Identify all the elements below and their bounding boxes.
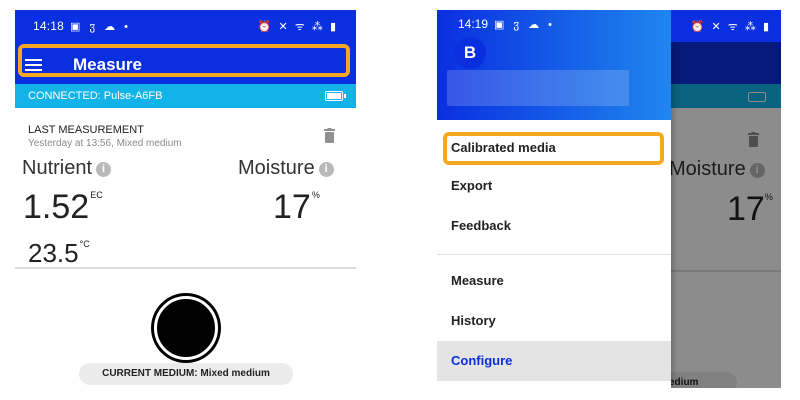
nutrient-value-number: 1.52: [23, 188, 90, 226]
status-bar-right: ⏰ ✕ ᯤ ⁂ ▮: [671, 10, 781, 42]
status-bar: 14:19 ▣ ჳ ☁ •: [437, 10, 671, 38]
drawer-screen: Moisture i 17% edium 14:19 ▣ ჳ ☁ • B Cali…: [437, 10, 781, 388]
status-time: 14:19: [458, 17, 489, 31]
temperature-value-number: 23.5: [28, 238, 79, 268]
moisture-unit: %: [311, 190, 320, 200]
divider: [15, 267, 356, 269]
connection-bar: CONNECTED: Pulse-A6FB: [15, 84, 356, 108]
status-system-icons: ⏰ ✕ ᯤ ⁂ ▮: [690, 20, 771, 33]
temperature-unit: °C: [79, 239, 90, 249]
moisture-label-text: Moisture: [238, 157, 315, 179]
moisture-value: 17%: [273, 188, 320, 227]
app-logo-icon: B: [454, 37, 486, 69]
moisture-value-number: 17: [273, 188, 311, 226]
status-system-icons: ⏰ ✕ ᯤ ⁂ ▮: [257, 20, 338, 33]
measure-screen: 14:18 ▣ ჳ ☁ • ⏰ ✕ ᯤ ⁂ ▮ Measure CONNECTE…: [15, 10, 356, 388]
battery-icon: [325, 91, 346, 101]
status-bar: 14:18 ▣ ჳ ☁ • ⏰ ✕ ᯤ ⁂ ▮: [15, 10, 356, 42]
connection-status: CONNECTED: Pulse-A6FB: [28, 90, 163, 102]
status-notification-icons: ▣ ჳ ☁ •: [494, 18, 556, 31]
menu-item-configure[interactable]: Configure: [437, 341, 671, 381]
trash-icon[interactable]: [323, 128, 336, 143]
nutrient-value: 1.52EC: [23, 188, 103, 227]
nutrient-info-icon[interactable]: i: [96, 162, 112, 177]
app-bar: Measure: [15, 42, 356, 88]
current-medium-chip[interactable]: CURRENT MEDIUM: Mixed medium: [79, 363, 293, 385]
menu-item-history[interactable]: History: [437, 301, 671, 341]
drawer-account-area: [447, 70, 629, 106]
nutrient-label-text: Nutrient: [22, 157, 93, 179]
last-measurement-title: LAST MEASUREMENT: [28, 124, 144, 136]
last-measurement-subtitle: Yesterday at 13:56, Mixed medium: [28, 138, 182, 149]
nutrient-label: Nutrient i: [22, 157, 112, 180]
moisture-label: Moisture i: [238, 157, 334, 180]
measure-record-button[interactable]: [151, 293, 221, 363]
hamburger-menu-icon[interactable]: [25, 48, 59, 82]
menu-item-measure[interactable]: Measure: [437, 261, 671, 301]
moisture-info-icon[interactable]: i: [318, 162, 334, 177]
divider: [437, 254, 671, 255]
page-title: Measure: [73, 55, 142, 74]
status-time: 14:18: [33, 19, 65, 33]
navigation-drawer: 14:19 ▣ ჳ ☁ • B Calibrated media Export …: [437, 10, 671, 388]
status-notification-icons: ▣ ჳ ☁ •: [70, 20, 132, 33]
menu-item-calibrated-media[interactable]: Calibrated media: [437, 128, 671, 168]
menu-item-export[interactable]: Export: [437, 166, 671, 206]
temperature-value: 23.5°C: [28, 238, 90, 269]
menu-item-feedback[interactable]: Feedback: [437, 206, 671, 246]
nutrient-unit: EC: [90, 190, 103, 200]
